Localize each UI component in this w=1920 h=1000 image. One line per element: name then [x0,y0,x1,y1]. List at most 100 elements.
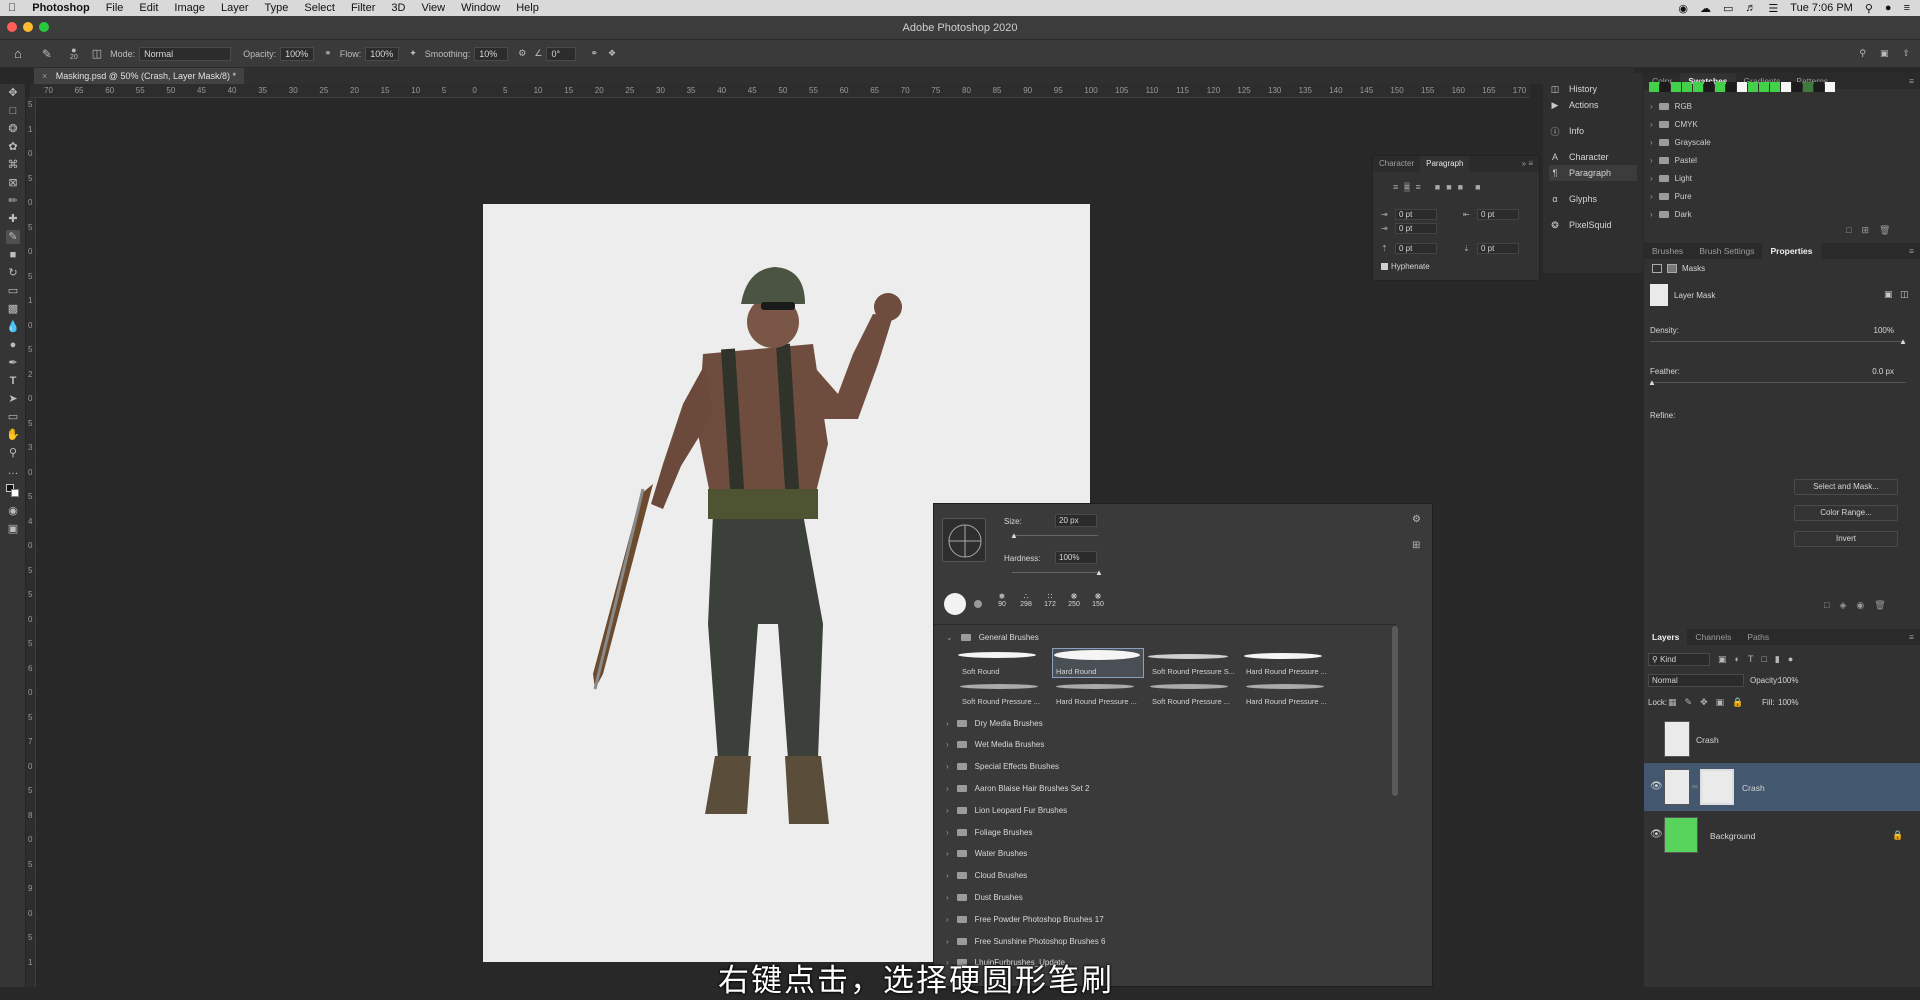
hand-tool-icon[interactable]: ✋ [6,428,20,442]
brush-stroke-preview-soft-round[interactable] [958,652,1036,658]
filter-smart-object-icon[interactable]: ▮ [1775,654,1780,665]
hardness-field[interactable]: 100% [1055,551,1097,564]
swatch-color[interactable] [1759,82,1769,92]
density-field[interactable]: 100% [1856,326,1894,335]
swatch-color[interactable] [1671,82,1681,92]
wifi-icon[interactable]: ☰ [1768,2,1778,15]
layer-row[interactable]: Crash [1644,715,1920,763]
control-center-icon[interactable]: ≡ [1904,2,1910,14]
panel-glyphs[interactable]: α Glyphs [1549,191,1597,207]
brush-folder[interactable]: › Cloud Brushes [946,869,1027,883]
filter-type-icon[interactable]: T [1748,654,1754,665]
eye-icon[interactable]: 👁 [1650,781,1663,792]
feather-slider-thumb[interactable]: ▲ [1648,378,1656,387]
align-left-icon[interactable]: ≡ [1393,182,1398,192]
menu-image[interactable]: Image [166,2,213,14]
minimize-window-button[interactable] [23,22,33,32]
swatch-color[interactable] [1649,82,1659,92]
justify-all-icon[interactable]: ■ [1475,182,1480,192]
brush-folder[interactable]: › Lion Leopard Fur Brushes [946,803,1067,817]
size-field[interactable]: 20 px [1055,514,1097,527]
close-tab-icon[interactable]: × [42,71,47,81]
clone-stamp-tool-icon[interactable]: ■ [6,248,20,262]
swatch-color[interactable] [1693,82,1703,92]
airbrush-icon[interactable]: ✦ [409,48,417,59]
toggle-mask-visibility-icon[interactable]: ◉ [1856,600,1864,611]
brush-folder[interactable]: › Dry Media Brushes [946,716,1043,730]
user-avatar[interactable]: ● [1885,2,1892,14]
feather-field[interactable]: 0.0 px [1856,367,1894,376]
new-group-icon[interactable]: □ [1846,225,1851,236]
crop-tool-icon[interactable]: ⌘ [6,158,20,172]
swatch-folder-dark[interactable]: › Dark [1650,207,1692,221]
panel-actions[interactable]: ▶ Actions [1549,97,1599,113]
justify-center-icon[interactable]: ■ [1446,182,1451,192]
size-slider[interactable]: ▲ [1010,531,1098,540]
background-color-swatch[interactable] [11,489,19,497]
swatch-color[interactable] [1748,82,1758,92]
recent-brush-150[interactable]: ❋ 150 [1090,592,1106,608]
swatch-color[interactable] [1803,82,1813,92]
space-before-field[interactable]: 0 pt [1395,243,1437,254]
symmetry-icon[interactable]: ❖ [608,48,616,59]
workspace-icon[interactable]: ▣ [1880,48,1889,59]
lasso-tool-icon[interactable]: ❂ [6,122,20,136]
screen-mode-icon[interactable]: ▣ [6,522,20,536]
hardness-slider[interactable]: ▲ [1012,568,1103,577]
swatch-color[interactable] [1770,82,1780,92]
indent-right-field[interactable]: 0 pt [1477,209,1519,220]
brush-folder[interactable]: › Aaron Blaise Hair Brushes Set 2 [946,781,1089,795]
opacity-field[interactable]: 100% [280,46,315,61]
recent-brush-298[interactable]: ∴ 298 [1018,592,1034,608]
panel-menu-icon[interactable]: » ≡ [1522,156,1539,172]
delete-swatch-icon[interactable]: 🗑 [1879,225,1890,236]
close-window-button[interactable] [7,22,17,32]
home-icon[interactable]: ⌂ [14,46,22,61]
feather-slider[interactable]: ▲ [1648,378,1906,387]
type-tool-icon[interactable]: T [6,374,20,388]
angle-field[interactable]: 0° [546,46,577,61]
brush-folder[interactable]: › Foliage Brushes [946,825,1032,839]
invert-button[interactable]: Invert [1794,531,1898,547]
layers-menu-icon[interactable]: ≡ [1909,629,1920,645]
apply-mask-icon[interactable]: ▣ [1884,289,1893,300]
flow-field[interactable]: 100% [365,46,400,61]
brush-stroke-preview[interactable] [1056,684,1134,689]
swatch-color[interactable] [1825,82,1835,92]
tab-brushes[interactable]: Brushes [1644,243,1691,259]
swatch-color[interactable] [1682,82,1692,92]
layer-mask-thumbnail[interactable] [1700,769,1734,805]
new-swatch-icon[interactable]: ⊞ [1861,225,1869,236]
brush-stroke-preview[interactable] [960,684,1038,689]
select-and-mask-button[interactable]: Select and Mask... [1794,479,1898,495]
brush-settings-gear-icon[interactable]: ⚙ [1412,514,1421,525]
swatch-folder-pastel[interactable]: › Pastel [1650,153,1697,167]
tab-paths[interactable]: Paths [1739,629,1777,645]
layer-filter-kind-select[interactable]: ⚲ Kind [1648,653,1710,666]
zoom-tool-icon[interactable]: ⚲ [6,446,20,460]
eye-icon[interactable]: 👁 [1650,829,1663,840]
align-center-icon[interactable]: ≡ [1404,182,1410,192]
marquee-tool-icon[interactable]: □ [6,104,20,118]
brush-folder[interactable]: › Dust Brushes [946,890,1023,904]
brush-folder[interactable]: › Wet Media Brushes [946,738,1044,752]
mode-select[interactable]: Normal [139,46,232,61]
airplay-icon[interactable]: ▭ [1723,2,1733,15]
more-tools-icon[interactable]: … [6,464,20,478]
frame-tool-icon[interactable]: ⊠ [6,176,20,190]
tab-channels[interactable]: Channels [1687,629,1739,645]
apple-icon[interactable]:  [0,2,24,14]
swatch-color[interactable] [1726,82,1736,92]
brush-stroke-preview[interactable] [1150,684,1228,689]
justify-left-icon[interactable]: ■ [1435,182,1440,192]
lock-all-icon[interactable]: 🔒 [1732,697,1743,708]
rectangle-tool-icon[interactable]: ▭ [6,410,20,424]
disable-mask-icon[interactable]: ◫ [1900,289,1909,300]
brush-angle-preview[interactable] [942,518,986,562]
menu-filter[interactable]: Filter [343,2,383,14]
menu-3d[interactable]: 3D [383,2,413,14]
search-icon[interactable]: ⚲ [1859,48,1866,59]
path-select-tool-icon[interactable]: ➤ [6,392,20,406]
pressure-size-icon[interactable]: ⚭ [590,48,598,59]
swatch-color[interactable] [1792,82,1802,92]
